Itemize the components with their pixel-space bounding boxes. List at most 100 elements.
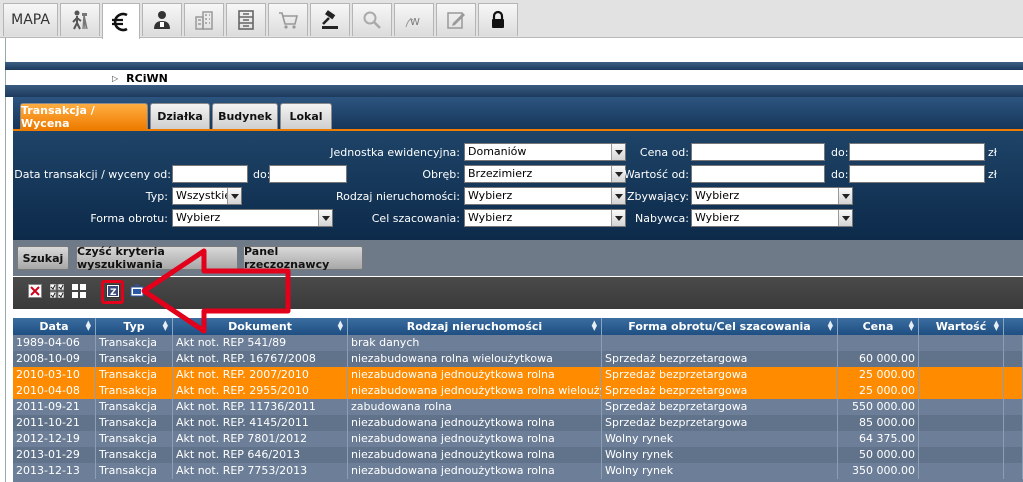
table-row[interactable]: 2013-01-29 Transakcja Akt not. REP 646/201… [13,447,1023,463]
cell-rodzaj: niezabudowana rolna wieloużytkowa [348,351,602,367]
data-from-input[interactable] [172,165,248,183]
column-label: Data [39,320,69,333]
tab-search[interactable] [352,3,392,36]
column-header-rodzaj[interactable]: Rodzaj nieruchomości ▲ ▼ [348,318,602,335]
wartosc-from-input[interactable] [691,165,825,183]
cell-forma: Sprzedaż bezprzetargowa [602,399,838,415]
cell-wartosc [919,447,1004,463]
jednostka-select[interactable]: Domaniów [464,143,626,161]
table-row[interactable]: 2010-04-08 Transakcja Akt not. REP. 2955/2… [13,383,1023,399]
cel-select[interactable]: Wybierz [464,209,626,227]
cell-dokument: Akt not. REP 7753/2013 [173,463,348,479]
cell-forma: Wolny rynek [602,463,838,479]
tab-cart[interactable] [268,3,308,36]
table-row[interactable]: 2011-10-21 Transakcja Akt not. REP. 4145/2… [13,415,1023,431]
cell-cena: 350 000.00 [838,463,919,479]
tab-lokal[interactable]: Lokal [280,103,332,129]
cell-dokument: Akt not. REP 646/2013 [173,447,348,463]
column-label: Rodzaj nieruchomości [406,320,543,333]
breadcrumb: ▷ RCiWN [112,71,168,85]
cell-data: 2008-10-09 [13,351,96,367]
column-header-wartosc[interactable]: Wartość ▲ ▼ [919,318,1004,335]
cell-dokument: Akt not. REP. 11736/2011 [173,399,348,415]
table-row[interactable]: 2008-10-09 Transakcja Akt not. REP. 16767/… [13,351,1023,367]
typ-value: Wszystkie [176,189,232,202]
tab-w[interactable]: W [394,3,434,36]
expand-triangle-icon[interactable]: ▷ [112,74,118,83]
euro-icon [112,12,128,31]
obreb-select[interactable]: Brzezimierz [464,165,626,183]
data-to-label: do: [253,168,271,181]
data-to-input[interactable] [269,165,347,183]
cell-rodzaj: niezabudowana jednoużytkowa rolna [348,367,602,383]
tab-transakcja-wycena[interactable]: Transakcja / Wycena [20,103,148,130]
tab-dzialka[interactable]: Działka [150,103,210,129]
rodzaj-select[interactable]: Wybierz [464,187,626,205]
tab-user[interactable] [142,3,182,36]
chevron-down-icon [838,210,852,226]
cena-label: Cena od: [639,146,689,159]
cell-wartosc [919,367,1004,383]
table-row[interactable]: 1989-04-06 Transakcja Akt not. REP 541/89 b… [13,335,1023,351]
table-row[interactable]: 2010-03-10 Transakcja Akt not. REP. 2007/2… [13,367,1023,383]
forma-select[interactable]: Wybierz [172,209,333,227]
cell-extra [1004,351,1023,367]
column-header-data[interactable]: Data ▲ ▼ [13,318,96,335]
tab-budynek[interactable]: Budynek [212,103,278,129]
tab-surveyor[interactable] [60,3,100,36]
cell-typ: Transakcja [96,447,173,463]
cell-wartosc [919,431,1004,447]
cell-wartosc [919,415,1004,431]
tab-edit[interactable] [436,3,476,36]
typ-select[interactable]: Wszystkie [172,187,242,205]
cell-wartosc [919,383,1004,399]
cena-from-input[interactable] [691,143,825,161]
jednostka-label: Jednostka ewidencyjna: [330,146,460,159]
wartosc-to-input[interactable] [849,165,985,183]
surveyor-icon [72,10,88,30]
cell-extra [1004,447,1023,463]
search-button[interactable]: Szukaj [17,246,69,270]
cell-rodzaj: brak danych [348,335,602,351]
column-label: Wartość [935,320,987,333]
tab-mapa[interactable]: MAPA [3,3,58,36]
cell-wartosc [919,351,1004,367]
cell-cena: 85 000.00 [838,415,919,431]
cell-rodzaj: niezabudowana jednoużytkowa rolna [348,415,602,431]
column-header-cena[interactable]: Cena ▲ ▼ [838,318,919,335]
jednostka-value: Domaniów [468,145,527,158]
tab-register[interactable] [226,3,266,36]
cell-data: 2012-12-19 [13,431,96,447]
table-row[interactable]: 2012-12-19 Transakcja Akt not. REP 7801/20… [13,431,1023,447]
tab-euro[interactable] [102,3,140,39]
zbywajacy-select[interactable]: Wybierz [691,187,853,205]
zbywajacy-label: Zbywający: [626,190,689,203]
column-header-forma[interactable]: Forma obrotu/Cel szacowania ▲ ▼ [602,318,838,335]
table-row[interactable]: 2011-09-21 Transakcja Akt not. REP. 11736/… [13,399,1023,415]
cell-forma: Wolny rynek [602,447,838,463]
check-all-icon[interactable] [50,284,64,298]
cart-icon [279,12,299,29]
forma-label: Forma obrotu: [90,212,168,225]
cell-wartosc [919,399,1004,415]
tab-lock[interactable] [478,3,518,36]
table-row[interactable]: 2013-12-13 Transakcja Akt not. REP 7753/20… [13,463,1023,479]
grid-icon[interactable] [72,284,86,298]
tab-building[interactable] [184,3,224,36]
column-label: Forma obrotu/Cel szacowania [628,320,811,333]
sort-icon: ▲ ▼ [993,319,999,332]
cell-typ: Transakcja [96,335,173,351]
cena-to-input[interactable] [849,143,985,161]
sort-icon: ▲ ▼ [337,319,343,332]
svg-text:W: W [410,17,420,28]
cell-cena: 25 000.00 [838,383,919,399]
wartosc-label: Wartość od: [623,168,689,181]
cell-data: 1989-04-06 [13,335,96,351]
nabywca-select[interactable]: Wybierz [691,209,853,227]
tab-gavel[interactable] [310,3,350,36]
cell-rodzaj: niezabudowana jednoużytkowa rolna wielou… [348,383,602,399]
annotation-highlight-box [101,280,124,304]
main-toolbar: MAPA W [0,0,1023,39]
delete-icon[interactable] [28,284,42,298]
wartosc-to-label: do: [831,168,849,181]
